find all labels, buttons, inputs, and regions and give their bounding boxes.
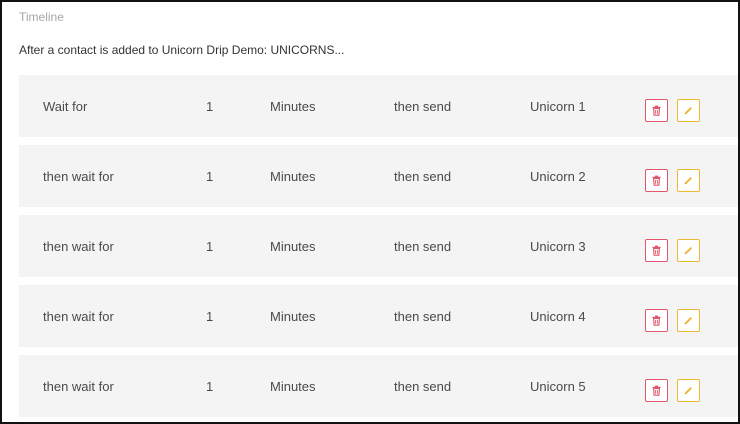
pencil-icon [684, 177, 692, 185]
step-lead-label: Wait for [43, 99, 88, 114]
edit-step-button[interactable] [677, 379, 700, 402]
step-email-name: Unicorn 2 [530, 169, 586, 184]
step-delay-amount: 1 [206, 99, 214, 114]
step-delay-unit: Minutes [270, 99, 316, 114]
trash-icon [652, 315, 661, 326]
step-delay-amount: 1 [206, 309, 214, 324]
timeline-step: then wait for 1 Minutes then send Unicor… [19, 215, 738, 277]
step-action-label: then send [394, 379, 452, 394]
step-action-label: then send [394, 169, 452, 184]
pencil-icon [684, 317, 692, 325]
pencil-icon [684, 387, 692, 395]
edit-step-button[interactable] [677, 99, 700, 122]
pencil-icon [684, 107, 692, 115]
section-label: Timeline [19, 10, 64, 24]
step-action-label: then send [394, 309, 452, 324]
delete-step-button[interactable] [645, 309, 668, 332]
delete-step-button[interactable] [645, 239, 668, 262]
edit-step-button[interactable] [677, 309, 700, 332]
timeline-step: then wait for 1 Minutes then send Unicor… [19, 355, 738, 417]
timeline-step: then wait for 1 Minutes then send Unicor… [19, 285, 738, 347]
step-email-name: Unicorn 3 [530, 239, 586, 254]
timeline-step: then wait for 1 Minutes then send Unicor… [19, 145, 738, 207]
timeline-step: Wait for 1 Minutes then send Unicorn 1 [19, 75, 738, 137]
step-lead-label: then wait for [43, 379, 114, 394]
trigger-description: After a contact is added to Unicorn Drip… [19, 43, 345, 57]
step-delay-amount: 1 [206, 379, 214, 394]
step-delay-unit: Minutes [270, 379, 316, 394]
step-delay-amount: 1 [206, 239, 214, 254]
timeline-steps: Wait for 1 Minutes then send Unicorn 1 t… [19, 75, 738, 422]
edit-step-button[interactable] [677, 239, 700, 262]
step-action-label: then send [394, 99, 452, 114]
step-email-name: Unicorn 1 [530, 99, 586, 114]
step-delay-unit: Minutes [270, 169, 316, 184]
delete-step-button[interactable] [645, 99, 668, 122]
step-email-name: Unicorn 4 [530, 309, 586, 324]
step-delay-unit: Minutes [270, 309, 316, 324]
step-action-label: then send [394, 239, 452, 254]
step-lead-label: then wait for [43, 309, 114, 324]
step-lead-label: then wait for [43, 169, 114, 184]
delete-step-button[interactable] [645, 169, 668, 192]
trash-icon [652, 175, 661, 186]
delete-step-button[interactable] [645, 379, 668, 402]
step-delay-amount: 1 [206, 169, 214, 184]
pencil-icon [684, 247, 692, 255]
step-email-name: Unicorn 5 [530, 379, 586, 394]
timeline-panel: Timeline After a contact is added to Uni… [0, 0, 740, 424]
step-lead-label: then wait for [43, 239, 114, 254]
edit-step-button[interactable] [677, 169, 700, 192]
trash-icon [652, 385, 661, 396]
step-delay-unit: Minutes [270, 239, 316, 254]
trash-icon [652, 105, 661, 116]
trash-icon [652, 245, 661, 256]
